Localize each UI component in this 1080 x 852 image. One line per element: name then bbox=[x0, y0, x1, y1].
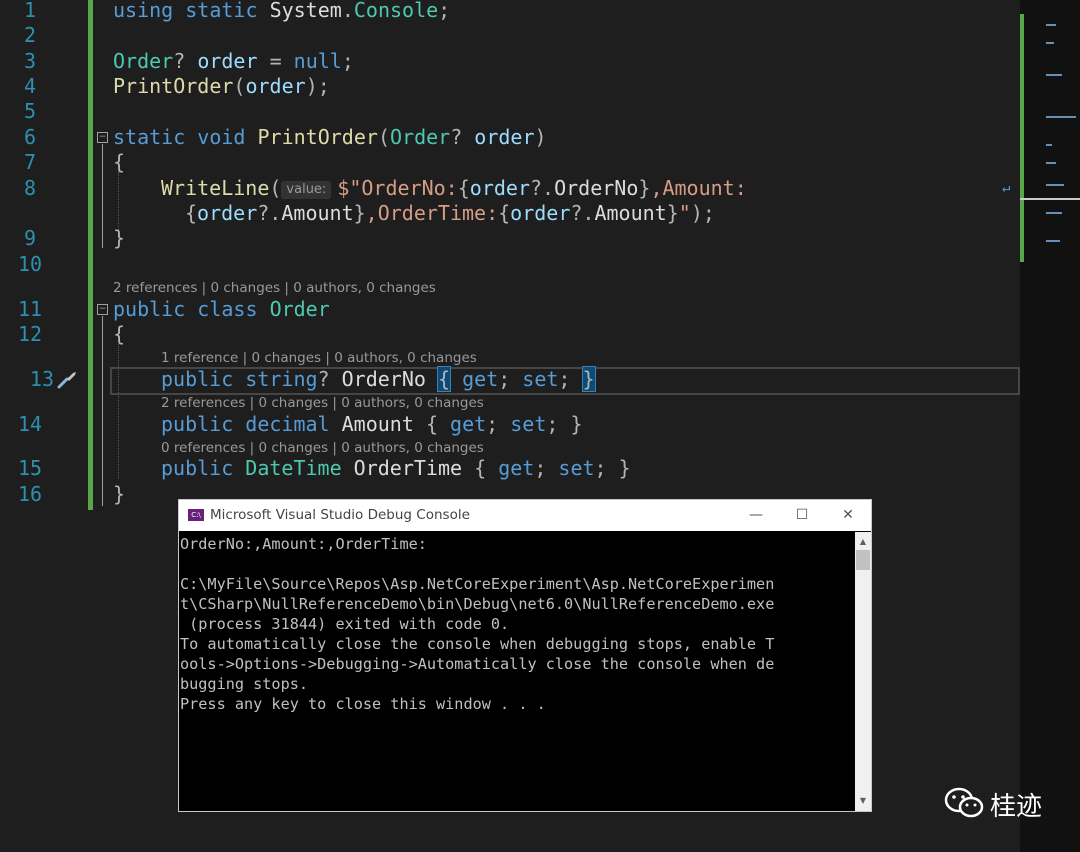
wechat-icon bbox=[944, 787, 984, 826]
code-minimap[interactable] bbox=[1020, 0, 1080, 852]
scroll-up-icon[interactable]: ▲ bbox=[855, 534, 871, 550]
line-number: 16 bbox=[17, 482, 43, 506]
watermark-text: 桂迹 bbox=[990, 792, 1043, 822]
code-line[interactable]: public string? OrderNo { get; set; } bbox=[161, 366, 596, 392]
scroll-down-icon[interactable]: ▼ bbox=[855, 793, 871, 809]
quick-actions-screwdriver-icon[interactable] bbox=[56, 368, 78, 390]
console-app-icon: C:\ bbox=[188, 509, 204, 521]
line-number: 12 bbox=[17, 322, 43, 346]
console-output-text: OrderNo:,Amount:,OrderTime: C:\MyFile\So… bbox=[180, 535, 775, 713]
line-number: 8 bbox=[23, 176, 37, 200]
scrollbar-thumb[interactable] bbox=[856, 550, 870, 570]
code-line[interactable]: using static System.Console; bbox=[113, 0, 450, 23]
line-number: 5 bbox=[23, 99, 37, 123]
line-number: 10 bbox=[17, 252, 43, 276]
indent-guide bbox=[118, 344, 119, 479]
minimize-button[interactable]: — bbox=[733, 500, 779, 531]
line-number: 11 bbox=[17, 297, 43, 321]
matched-brace: } bbox=[581, 366, 596, 392]
code-line[interactable]: {order?.Amount},OrderTime:{order?.Amount… bbox=[185, 200, 715, 226]
line-number: 13 bbox=[29, 367, 54, 391]
code-line[interactable]: static void PrintOrder(Order? order) bbox=[113, 124, 547, 150]
line-number: 7 bbox=[23, 150, 37, 174]
line-number: 14 bbox=[17, 412, 43, 436]
console-scrollbar[interactable]: ▲ ▼ bbox=[855, 532, 871, 811]
parameter-hint: value: bbox=[281, 181, 332, 199]
codelens-references[interactable]: 1 reference | 0 changes | 0 authors, 0 c… bbox=[161, 350, 477, 366]
fold-region-line bbox=[102, 316, 103, 506]
codelens-references[interactable]: 0 references | 0 changes | 0 authors, 0 … bbox=[161, 440, 484, 456]
minimap-line bbox=[1046, 240, 1060, 242]
line-number: 4 bbox=[23, 74, 37, 98]
code-line[interactable]: public decimal Amount { get; set; } bbox=[161, 411, 583, 437]
code-line[interactable]: WriteLine(value: $"OrderNo:{order?.OrderN… bbox=[161, 175, 747, 201]
code-line[interactable]: public DateTime OrderTime { get; set; } bbox=[161, 455, 631, 481]
close-button[interactable]: ✕ bbox=[825, 500, 871, 531]
indent-guide bbox=[118, 172, 119, 232]
codelens-references[interactable]: 2 references | 0 changes | 0 authors, 0 … bbox=[113, 280, 436, 296]
line-number: 2 bbox=[23, 23, 37, 47]
collapse-region-icon[interactable]: − bbox=[97, 304, 108, 315]
code-line[interactable]: PrintOrder(order); bbox=[113, 73, 330, 99]
code-line[interactable]: public class Order bbox=[113, 296, 330, 322]
word-wrap-icon: ↵ bbox=[1002, 180, 1011, 196]
console-output-area[interactable]: OrderNo:,Amount:,OrderTime: C:\MyFile\So… bbox=[179, 532, 855, 811]
line-number: 1 bbox=[23, 0, 37, 22]
line-number: 6 bbox=[23, 125, 37, 149]
code-line[interactable]: } bbox=[113, 481, 125, 507]
line-number: 3 bbox=[23, 49, 37, 73]
line-number: 9 bbox=[23, 226, 37, 250]
console-title-bar[interactable]: C:\ Microsoft Visual Studio Debug Consol… bbox=[179, 500, 871, 531]
collapse-region-icon[interactable]: − bbox=[97, 132, 108, 143]
console-window-title: Microsoft Visual Studio Debug Console bbox=[210, 507, 470, 523]
watermark: 桂迹 bbox=[944, 786, 1042, 826]
code-line[interactable]: { bbox=[113, 321, 125, 347]
matched-brace: { bbox=[436, 366, 452, 392]
codelens-references[interactable]: 2 references | 0 changes | 0 authors, 0 … bbox=[161, 395, 484, 411]
code-line[interactable]: } bbox=[113, 225, 125, 251]
change-indicator-bar bbox=[88, 0, 93, 510]
debug-console-window[interactable]: C:\ Microsoft Visual Studio Debug Consol… bbox=[178, 499, 872, 812]
minimap-line bbox=[1046, 212, 1062, 214]
maximize-button[interactable]: ☐ bbox=[779, 500, 825, 531]
code-line[interactable]: Order? order = null; bbox=[113, 48, 354, 74]
minimap-viewport[interactable] bbox=[1020, 0, 1080, 200]
code-line[interactable]: { bbox=[113, 149, 125, 175]
line-number: 15 bbox=[17, 456, 43, 480]
fold-region-line bbox=[102, 144, 103, 248]
